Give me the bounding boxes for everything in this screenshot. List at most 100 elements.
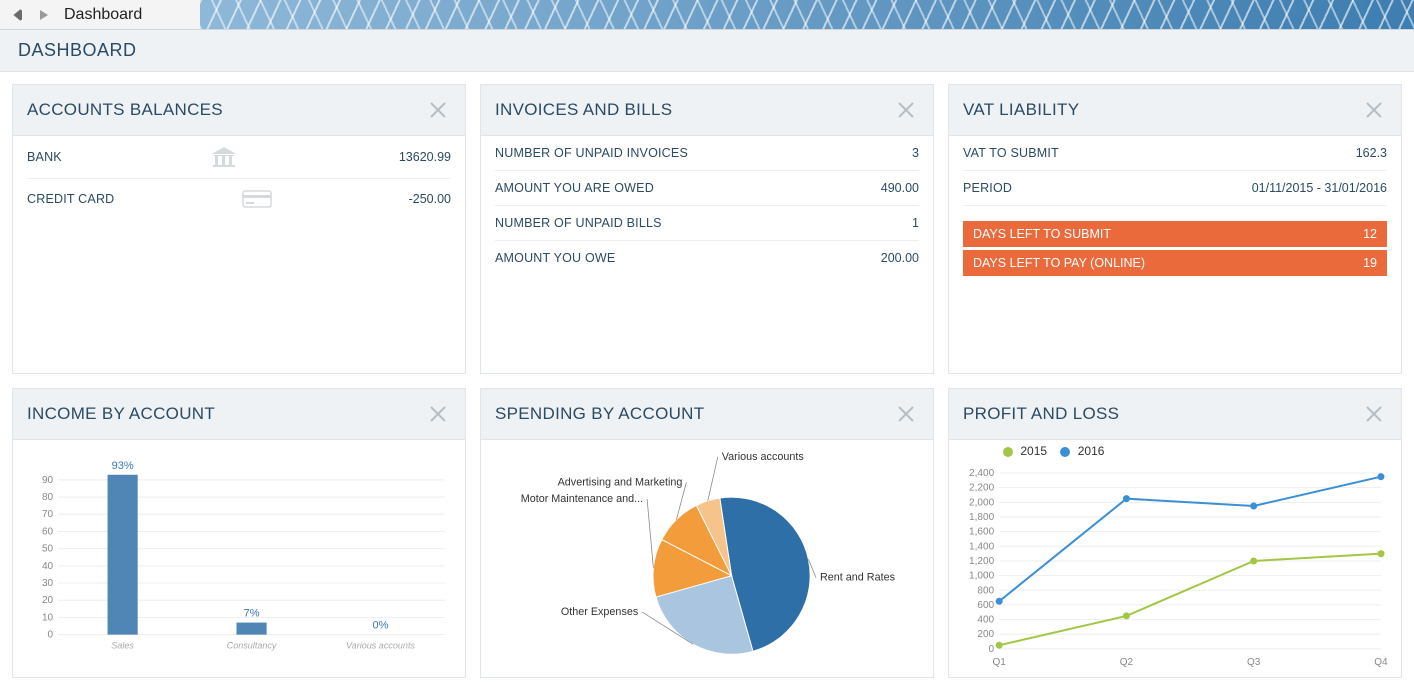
svg-text:50: 50: [42, 544, 54, 555]
close-icon[interactable]: [893, 401, 919, 427]
vat-alert-row: DAYS LEFT TO PAY (ONLINE) 19: [963, 250, 1387, 276]
balance-value: -250.00: [409, 192, 451, 206]
nav-back-icon[interactable]: [10, 6, 28, 24]
svg-text:1,400: 1,400: [969, 541, 995, 552]
svg-text:Consultancy: Consultancy: [227, 640, 277, 650]
svg-text:2,000: 2,000: [969, 497, 995, 508]
pnl-line-chart: 0 200 400 600 800 1,000 1,200 1,400 1,600 1,800 2,…: [959, 468, 1391, 669]
card-income-by-account: INCOME BY ACCOUNT 0 10 20 30 40 50 60 70 80 90 93%…: [12, 388, 466, 678]
svg-text:0: 0: [989, 644, 995, 655]
alert-label: DAYS LEFT TO SUBMIT: [973, 227, 1111, 241]
row-value: 490.00: [881, 181, 919, 195]
legend-dot-2016: [1060, 447, 1070, 457]
svg-text:Q2: Q2: [1120, 657, 1134, 668]
balance-label: BANK: [27, 150, 62, 164]
row-label: AMOUNT YOU ARE OWED: [495, 181, 654, 195]
legend-label: 2016: [1078, 444, 1105, 458]
row-label: VAT TO SUBMIT: [963, 146, 1059, 160]
balance-value: 13620.99: [399, 150, 451, 164]
svg-text:Rent and Rates: Rent and Rates: [820, 572, 896, 584]
svg-text:1,800: 1,800: [969, 512, 995, 523]
svg-text:90: 90: [42, 475, 54, 486]
spending-pie-chart: Rent and Rates Other Expenses Motor Mainte…: [491, 448, 923, 669]
balance-row: CREDIT CARD -250.00: [27, 179, 451, 219]
topbar: Dashboard: [0, 0, 1414, 30]
svg-text:2,400: 2,400: [969, 468, 995, 479]
row-label: NUMBER OF UNPAID INVOICES: [495, 146, 688, 160]
card-title: INVOICES AND BILLS: [495, 100, 672, 120]
svg-text:800: 800: [977, 585, 994, 596]
row-value: 01/11/2015 - 31/01/2016: [1252, 181, 1387, 195]
svg-text:2,200: 2,200: [969, 483, 995, 494]
card-profit-and-loss: PROFIT AND LOSS 2015 2016 0 200 400 600 800 1…: [948, 388, 1402, 678]
row-label: NUMBER OF UNPAID BILLS: [495, 216, 662, 230]
svg-text:10: 10: [42, 612, 54, 623]
svg-text:0: 0: [48, 630, 54, 641]
card-spending-by-account: SPENDING BY ACCOUNT Rent and Rates Other …: [480, 388, 934, 678]
svg-text:80: 80: [42, 492, 54, 503]
pnl-legend: 2015 2016: [963, 440, 1387, 458]
alert-label: DAYS LEFT TO PAY (ONLINE): [973, 256, 1145, 270]
breadcrumb-title: Dashboard: [64, 6, 142, 24]
close-icon[interactable]: [1361, 401, 1387, 427]
close-icon[interactable]: [893, 97, 919, 123]
row-label: PERIOD: [963, 181, 1012, 195]
row-value: 3: [912, 146, 919, 160]
page-title: DASHBOARD: [0, 30, 1414, 72]
svg-text:Motor Maintenance and...: Motor Maintenance and...: [521, 493, 643, 505]
card-title: ACCOUNTS BALANCES: [27, 100, 223, 120]
card-title: SPENDING BY ACCOUNT: [495, 404, 704, 424]
row-value: 162.3: [1356, 146, 1387, 160]
legend-dot-2015: [1003, 447, 1013, 457]
svg-text:1,200: 1,200: [969, 556, 995, 567]
dashboard-grid: ACCOUNTS BALANCES BANK 13620.99 CREDIT C…: [0, 72, 1414, 690]
card-title: PROFIT AND LOSS: [963, 404, 1119, 424]
card-vat-liability: VAT LIABILITY VAT TO SUBMIT 162.3 PERIOD…: [948, 84, 1402, 374]
balance-row: BANK 13620.99: [27, 136, 451, 179]
bank-icon: [210, 146, 250, 168]
svg-text:Q3: Q3: [1247, 657, 1261, 668]
svg-text:Advertising and Marketing: Advertising and Marketing: [558, 476, 683, 488]
card-accounts-balances: ACCOUNTS BALANCES BANK 13620.99 CREDIT C…: [12, 84, 466, 374]
row-value: 200.00: [881, 251, 919, 265]
svg-text:Various accounts: Various accounts: [346, 640, 416, 650]
svg-text:600: 600: [977, 600, 994, 611]
svg-text:1,600: 1,600: [969, 527, 995, 538]
row-label: AMOUNT YOU OWE: [495, 251, 615, 265]
svg-text:20: 20: [42, 595, 54, 606]
balance-label: CREDIT CARD: [27, 192, 114, 206]
income-bar-chart: 0 10 20 30 40 50 60 70 80 90 93% Sales 7% Consultancy…: [23, 448, 455, 669]
alert-value: 19: [1363, 256, 1377, 270]
invoice-row: AMOUNT YOU ARE OWED 490.00: [495, 171, 919, 206]
invoice-row: NUMBER OF UNPAID BILLS 1: [495, 206, 919, 241]
vat-alert-row: DAYS LEFT TO SUBMIT 12: [963, 221, 1387, 247]
alert-value: 12: [1363, 227, 1377, 241]
close-icon[interactable]: [425, 401, 451, 427]
svg-text:7%: 7%: [244, 608, 260, 620]
svg-text:1,000: 1,000: [969, 571, 995, 582]
svg-text:Q1: Q1: [992, 657, 1006, 668]
svg-text:Various accounts: Various accounts: [722, 451, 805, 463]
svg-text:70: 70: [42, 509, 54, 520]
vat-row: PERIOD 01/11/2015 - 31/01/2016: [963, 171, 1387, 206]
close-icon[interactable]: [425, 97, 451, 123]
card-title: INCOME BY ACCOUNT: [27, 404, 215, 424]
svg-text:0%: 0%: [373, 620, 389, 632]
invoice-row: NUMBER OF UNPAID INVOICES 3: [495, 136, 919, 171]
svg-text:30: 30: [42, 578, 54, 589]
svg-text:40: 40: [42, 561, 54, 572]
legend-label: 2015: [1020, 444, 1047, 458]
svg-text:Other Expenses: Other Expenses: [561, 606, 639, 618]
svg-text:400: 400: [977, 615, 994, 626]
vat-row: VAT TO SUBMIT 162.3: [963, 136, 1387, 171]
svg-text:93%: 93%: [112, 460, 134, 472]
close-icon[interactable]: [1361, 97, 1387, 123]
svg-text:200: 200: [977, 629, 994, 640]
card-invoices-bills: INVOICES AND BILLS NUMBER OF UNPAID INVO…: [480, 84, 934, 374]
svg-text:Q4: Q4: [1374, 657, 1388, 668]
svg-text:Sales: Sales: [111, 640, 134, 650]
svg-text:60: 60: [42, 527, 54, 538]
row-value: 1: [912, 216, 919, 230]
invoice-row: AMOUNT YOU OWE 200.00: [495, 241, 919, 275]
nav-forward-icon[interactable]: [34, 6, 52, 24]
